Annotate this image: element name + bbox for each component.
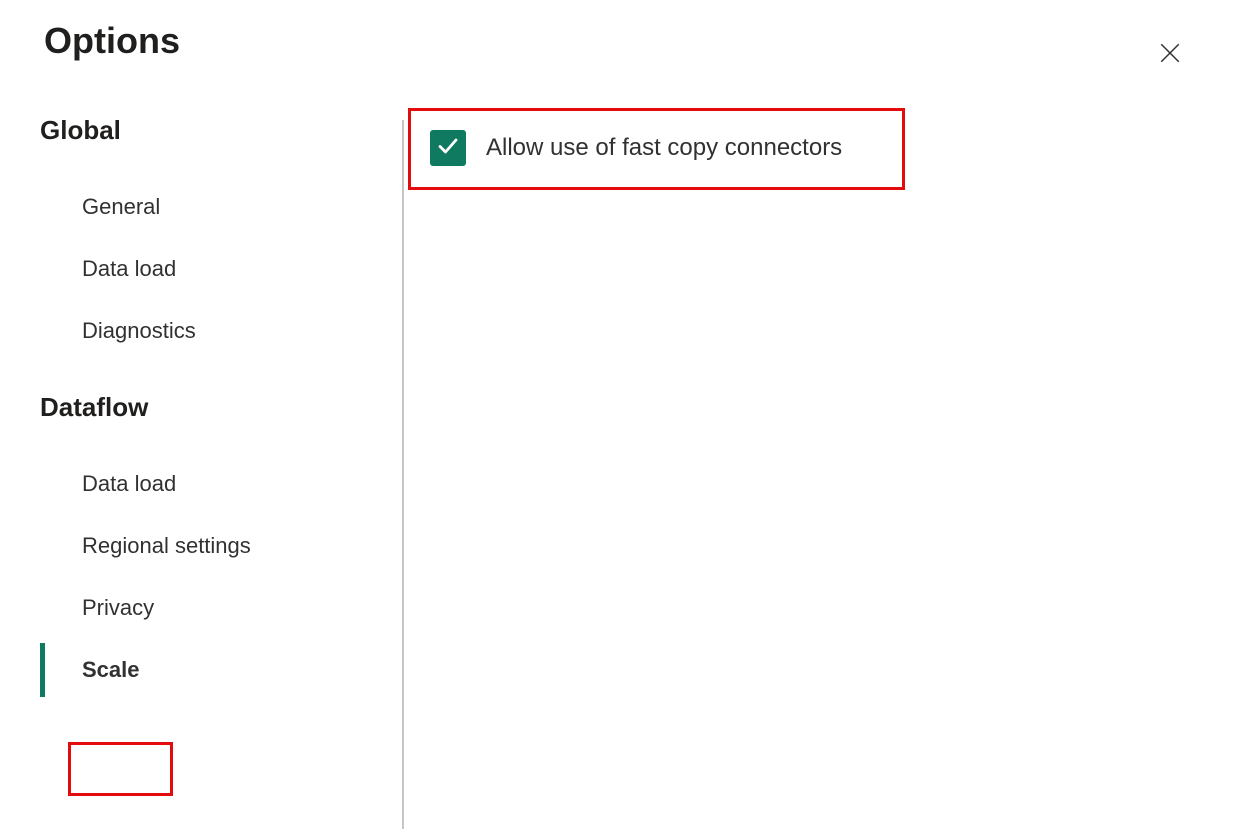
sidebar-item-dataflow-data-load[interactable]: Data load — [40, 453, 385, 515]
close-button[interactable] — [1154, 38, 1186, 70]
highlight-annotation — [68, 742, 173, 796]
vertical-divider — [402, 120, 404, 829]
fast-copy-option: Allow use of fast copy connectors — [410, 108, 866, 188]
sidebar-item-scale[interactable]: Scale — [40, 639, 385, 701]
fast-copy-checkbox[interactable] — [430, 130, 466, 166]
sidebar-item-label: Data load — [82, 256, 176, 281]
section-heading-global: Global — [40, 115, 385, 146]
fast-copy-label: Allow use of fast copy connectors — [486, 134, 842, 162]
sidebar-item-diagnostics[interactable]: Diagnostics — [40, 300, 385, 362]
section-heading-dataflow: Dataflow — [40, 392, 385, 423]
sidebar-item-privacy[interactable]: Privacy — [40, 577, 385, 639]
sidebar-item-label: Data load — [82, 471, 176, 496]
page-title: Options — [44, 20, 180, 62]
close-icon — [1160, 38, 1180, 70]
sidebar-item-label: Scale — [82, 657, 140, 682]
sidebar-item-general[interactable]: General — [40, 176, 385, 238]
content-pane: Allow use of fast copy connectors — [410, 108, 866, 188]
sidebar-item-label: Diagnostics — [82, 318, 196, 343]
sidebar-item-label: Privacy — [82, 595, 154, 620]
sidebar-item-label: General — [82, 194, 160, 219]
sidebar-item-label: Regional settings — [82, 533, 251, 558]
sidebar-item-global-data-load[interactable]: Data load — [40, 238, 385, 300]
sidebar-item-regional-settings[interactable]: Regional settings — [40, 515, 385, 577]
checkmark-icon — [436, 134, 460, 163]
sidebar: Global General Data load Diagnostics Dat… — [40, 115, 385, 701]
